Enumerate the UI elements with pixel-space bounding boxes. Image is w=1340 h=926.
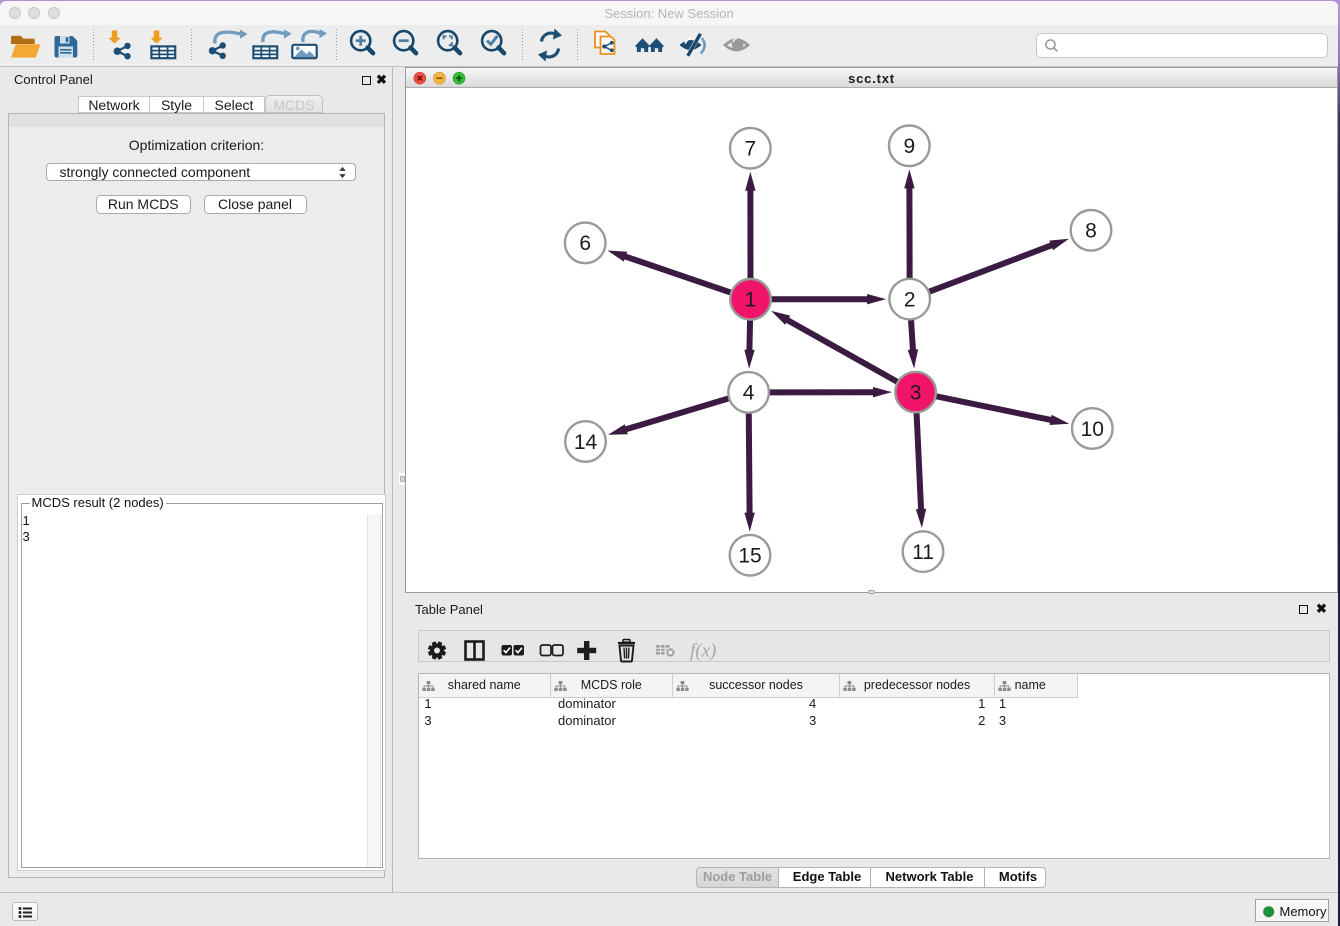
svg-text:8: 8 [1085,220,1097,243]
svg-text:f(x): f(x) [690,640,716,661]
svg-text:7: 7 [744,138,756,161]
svg-text:4: 4 [743,382,755,405]
svg-text:1: 1 [745,289,757,312]
svg-text:6: 6 [579,232,591,255]
svg-text:10: 10 [1081,418,1104,441]
svg-text:2: 2 [904,288,916,311]
svg-text:15: 15 [738,545,761,568]
svg-text:14: 14 [574,431,598,454]
svg-text:3: 3 [910,381,922,404]
svg-text:11: 11 [912,541,934,564]
svg-text:9: 9 [903,135,915,158]
